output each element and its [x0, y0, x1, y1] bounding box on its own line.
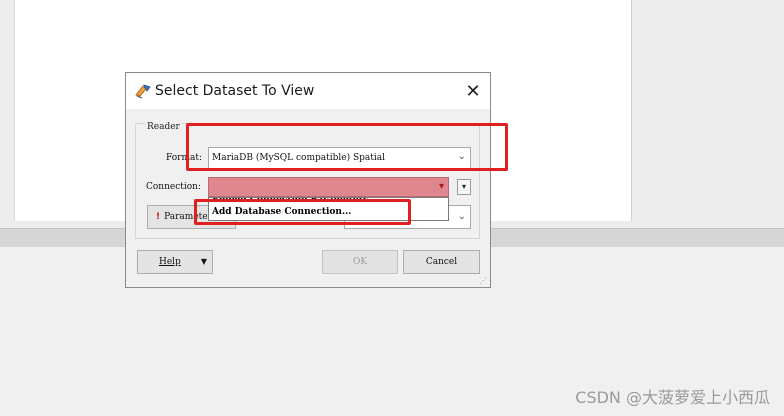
cancel-label: Cancel [425, 257, 458, 267]
format-label: Format: [166, 153, 203, 163]
connection-menu-button[interactable]: ▾ [457, 179, 471, 195]
ok-label: OK [352, 257, 368, 267]
format-select[interactable]: MariaDB (MySQL compatible) Spatial ⌄ [208, 147, 471, 169]
chevron-down-icon: ⌄ [457, 211, 466, 222]
dialog-titlebar[interactable]: Select Dataset To View ✕ [126, 73, 490, 109]
dropdown-arrow-icon: ▾ [438, 181, 444, 192]
resize-grip-icon[interactable]: ⋰ [479, 276, 488, 285]
connection-select[interactable]: ▾ [208, 177, 449, 197]
help-button[interactable]: Help ▼ [137, 250, 213, 274]
dropdown-item[interactable]: Add Database Connection... [212, 207, 351, 217]
watermark-text: CSDN @大菠萝爱上小西瓜 [575, 388, 770, 407]
help-dropdown-icon: ▼ [200, 257, 207, 266]
connection-label: Connection: [146, 182, 202, 192]
warning-icon: ! [156, 212, 161, 222]
cancel-button[interactable]: Cancel [403, 250, 480, 274]
close-icon[interactable]: ✕ [456, 73, 490, 109]
help-label: Help [159, 257, 181, 267]
dropdown-item[interactable]: Embed Connection Parameters [212, 198, 368, 205]
app-icon [135, 84, 151, 99]
select-dataset-dialog: Select Dataset To View ✕ Reader Format: … [125, 72, 491, 288]
dialog-title: Select Dataset To View [155, 83, 315, 99]
connection-dropdown-list: Embed Connection Parameters Add Database… [208, 197, 449, 221]
format-value: MariaDB (MySQL compatible) Spatial [212, 153, 385, 163]
chevron-down-icon: ⌄ [457, 151, 466, 162]
ok-button[interactable]: OK [322, 250, 398, 274]
reader-group-label: Reader [146, 122, 181, 132]
